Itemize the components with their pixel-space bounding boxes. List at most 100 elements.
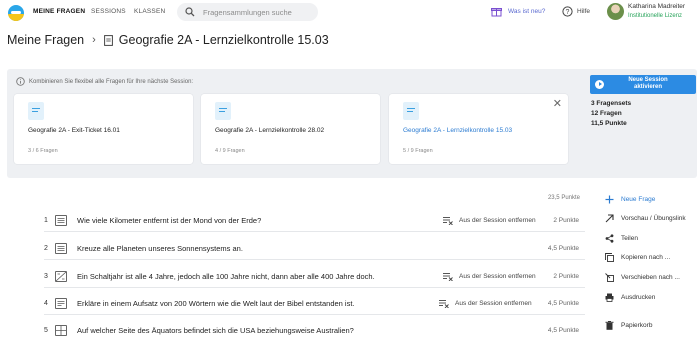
search-placeholder: Fragensammlungen suche: [203, 7, 292, 17]
remove-from-session-button[interactable]: Aus der Session entfernen: [443, 272, 536, 281]
activate-session-button[interactable]: Neue Session aktivieren: [590, 75, 696, 94]
move-icon: [605, 273, 614, 282]
whats-new-link[interactable]: Was ist neu?: [491, 6, 545, 17]
text-answer-icon: [55, 298, 67, 309]
card-title: Geografie 2A - Exit-Ticket 16.01: [28, 127, 120, 134]
search-input[interactable]: Fragensammlungen suche: [177, 3, 318, 21]
card-count: 4 / 9 Fragen: [215, 148, 245, 154]
question-set-card[interactable]: Geografie 2A - Exit-Ticket 16.01 3 / 6 F…: [14, 94, 193, 164]
question-text: Ein Schaltjahr ist alle 4 Jahre, jedoch …: [77, 272, 375, 281]
print-label: Ausdrucken: [621, 294, 656, 301]
document-icon: [103, 34, 113, 46]
play-icon: [595, 80, 604, 89]
trash-label: Papierkorb: [621, 322, 653, 329]
activate-label-line2: aktivieren: [633, 84, 663, 90]
question-number: 1: [44, 217, 48, 224]
session-hint-text: Kombinieren Sie flexibel alle Fragen für…: [29, 78, 194, 85]
remove-list-icon: [443, 273, 453, 281]
sort-icon: [55, 325, 67, 336]
file-icon: [215, 102, 231, 120]
trash-icon: [605, 321, 614, 330]
question-set-card[interactable]: Geografie 2A - Lernzielkontrolle 28.02 4…: [201, 94, 380, 164]
question-points: 2 Punkte: [553, 273, 579, 280]
move-to-label: Verschieben nach ...: [621, 274, 680, 281]
card-count: 3 / 6 Fragen: [28, 148, 58, 154]
stat-sets: 3 Fragensets: [591, 100, 632, 107]
session-hint: Kombinieren Sie flexibel alle Fragen für…: [16, 77, 193, 86]
card-title: Geografie 2A - Lernzielkontrolle 28.02: [215, 127, 325, 134]
info-icon: [16, 77, 25, 86]
help-label: Hilfe: [577, 8, 591, 15]
license-label: Institutionelle Lizenz: [628, 13, 683, 19]
question-number: 3: [44, 273, 48, 280]
question-number: 4: [44, 300, 48, 307]
copy-to-label: Kopieren nach ...: [621, 254, 671, 261]
remove-label: Aus der Session entfernen: [455, 300, 532, 307]
copy-icon: [605, 253, 614, 262]
file-icon: [403, 102, 419, 120]
remove-list-icon: [443, 217, 453, 225]
remove-from-session-button[interactable]: Aus der Session entfernen: [443, 216, 536, 225]
trash-button[interactable]: Papierkorb: [605, 321, 652, 330]
list-icon: [55, 215, 67, 226]
move-to-button[interactable]: Verschieben nach ...: [605, 273, 680, 282]
preview-button[interactable]: Vorschau / Übungslink: [605, 214, 686, 223]
question-row[interactable]: 5 Auf welcher Seite des Äquators befinde…: [44, 320, 585, 339]
question-text: Wie viele Kilometer entfernt ist der Mon…: [77, 216, 262, 225]
app-logo[interactable]: [8, 5, 24, 21]
share-label: Teilen: [621, 235, 638, 242]
session-panel: Kombinieren Sie flexibel alle Fragen für…: [7, 69, 697, 178]
help-icon: ?: [562, 6, 573, 17]
print-icon: [605, 293, 614, 302]
share-icon: [605, 234, 614, 243]
user-name[interactable]: Katharina Madreiter: [628, 3, 685, 10]
remove-label: Aus der Session entfernen: [459, 217, 536, 224]
plus-icon: [605, 195, 614, 204]
search-icon: [185, 7, 195, 17]
share-button[interactable]: Teilen: [605, 234, 638, 243]
remove-list-icon: [439, 300, 449, 308]
card-count: 5 / 9 Fragen: [403, 148, 433, 154]
svg-text:?: ?: [566, 9, 570, 16]
question-row[interactable]: 1 Wie viele Kilometer entfernt ist der M…: [44, 210, 585, 232]
copy-to-button[interactable]: Kopieren nach ...: [605, 253, 670, 262]
breadcrumb-root[interactable]: Meine Fragen: [7, 33, 84, 47]
top-nav: MEINE FRAGEN SESSIONS KLASSEN Fragensamm…: [0, 0, 700, 26]
question-number: 2: [44, 245, 48, 252]
whats-new-label: Was ist neu?: [508, 8, 546, 15]
help-link[interactable]: ? Hilfe: [562, 6, 590, 17]
question-text: Kreuze alle Planeten unseres Sonnensyste…: [77, 244, 243, 253]
breadcrumb: Meine Fragen › Geografie 2A - Lernzielko…: [7, 33, 329, 47]
question-points: 4,5 Punkte: [547, 300, 579, 307]
remove-from-session-button[interactable]: Aus der Session entfernen: [439, 299, 532, 308]
gift-icon: [491, 8, 502, 17]
file-icon: [28, 102, 44, 120]
page-title: Geografie 2A - Lernzielkontrolle 15.03: [118, 33, 329, 47]
question-row[interactable]: 3 Ein Schaltjahr ist alle 4 Jahre, jedoc…: [44, 266, 585, 288]
stat-points: 11,5 Punkte: [591, 120, 627, 127]
preview-label: Vorschau / Übungslink: [621, 215, 686, 222]
new-question-label: Neue Frage: [621, 196, 656, 203]
total-points: 23,5 Punkte: [547, 195, 580, 201]
nav-meine-fragen[interactable]: MEINE FRAGEN: [33, 8, 85, 15]
remove-label: Aus der Session entfernen: [459, 273, 536, 280]
true-false-icon: [55, 271, 67, 282]
stat-questions: 12 Fragen: [591, 110, 622, 117]
nav-klassen[interactable]: KLASSEN: [134, 8, 165, 15]
close-icon[interactable]: ✕: [553, 97, 562, 110]
new-question-button[interactable]: Neue Frage: [605, 195, 655, 204]
question-set-card-current[interactable]: ✕ Geografie 2A - Lernzielkontrolle 15.03…: [389, 94, 568, 164]
question-points: 2 Punkte: [553, 217, 579, 224]
arrow-up-right-icon: [605, 214, 614, 223]
avatar[interactable]: [607, 3, 624, 20]
list-icon: [55, 243, 67, 254]
question-number: 5: [44, 327, 48, 334]
chevron-right-icon: ›: [92, 34, 96, 46]
question-row[interactable]: 2 Kreuze alle Planeten unseres Sonnensys…: [44, 238, 585, 260]
card-title[interactable]: Geografie 2A - Lernzielkontrolle 15.03: [403, 127, 512, 134]
question-row[interactable]: 4 Erkläre in einem Aufsatz von 200 Wörte…: [44, 293, 585, 315]
print-button[interactable]: Ausdrucken: [605, 293, 655, 302]
nav-sessions[interactable]: SESSIONS: [91, 8, 126, 15]
question-text: Erkläre in einem Aufsatz von 200 Wörtern…: [77, 299, 355, 308]
question-text: Auf welcher Seite des Äquators befindet …: [77, 326, 354, 335]
